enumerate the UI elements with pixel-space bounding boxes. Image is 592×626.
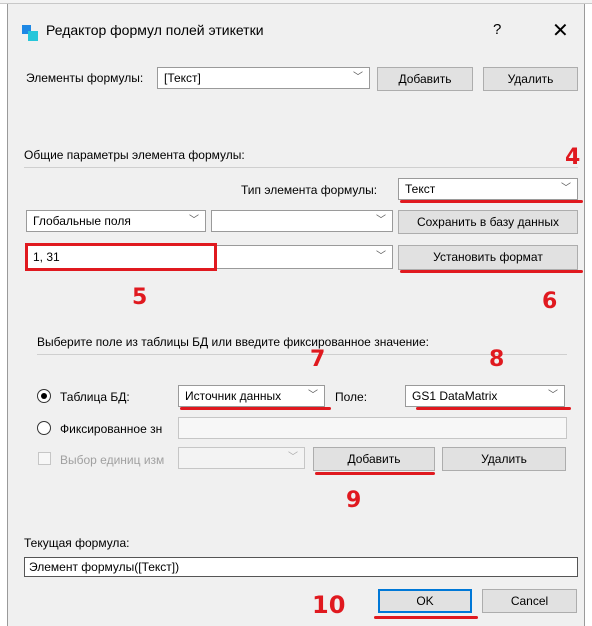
add-element-button[interactable]: Добавить xyxy=(377,67,473,91)
current-formula-label: Текущая формула: xyxy=(24,536,130,550)
annotation-underline-8 xyxy=(416,407,571,410)
close-icon[interactable]: ✕ xyxy=(552,18,569,43)
chevron-down-icon: ﹀ xyxy=(189,215,199,226)
chevron-down-icon: ﹀ xyxy=(288,452,298,463)
annotation-4: 4 xyxy=(565,145,581,170)
global-fields-value: Глобальные поля xyxy=(33,214,131,228)
annotation-underline-10 xyxy=(374,616,478,619)
chevron-down-icon: ﹀ xyxy=(376,215,386,226)
annotation-7: 7 xyxy=(310,347,326,372)
field-label: Поле: xyxy=(335,390,368,404)
add-source-button[interactable]: Добавить xyxy=(313,447,435,471)
datasource-value: Источник данных xyxy=(185,389,282,403)
general-params-header: Общие параметры элемента формулы: xyxy=(24,148,245,162)
formula-elements-value: [Текст] xyxy=(164,71,201,85)
formula-editor-dialog xyxy=(7,4,585,626)
delete-source-button[interactable]: Удалить xyxy=(442,447,566,471)
help-button[interactable]: ? xyxy=(493,21,501,38)
set-format-button[interactable]: Установить формат xyxy=(398,245,578,270)
app-icon xyxy=(22,25,38,41)
annotation-underline-6 xyxy=(400,270,583,273)
formula-elements-label: Элементы формулы: xyxy=(26,71,144,85)
cancel-button[interactable]: Cancel xyxy=(482,589,577,613)
annotation-underline-7 xyxy=(180,407,331,410)
field-value: GS1 DataMatrix xyxy=(412,389,498,403)
annotation-5: 5 xyxy=(132,285,148,310)
element-type-value: Текст xyxy=(405,182,436,196)
field-select-combo[interactable]: ﹀ xyxy=(211,210,393,232)
chevron-down-icon: ﹀ xyxy=(353,72,363,83)
chevron-down-icon: ﹀ xyxy=(561,183,571,194)
annotation-9: 9 xyxy=(346,488,362,513)
annotation-8: 8 xyxy=(489,347,505,372)
delete-element-button[interactable]: Удалить xyxy=(483,67,578,91)
annotation-underline-9 xyxy=(315,472,435,475)
chevron-down-icon: ﹀ xyxy=(548,390,558,401)
datasource-combo[interactable]: Источник данных ﹀ xyxy=(178,385,325,407)
units-label: Выбор единиц изм xyxy=(60,453,165,467)
annotation-10: 10 xyxy=(312,591,346,619)
current-formula-display: Элемент формулы([Текст]) xyxy=(24,557,578,577)
fixed-value-input[interactable] xyxy=(178,417,567,439)
window-title: Редактор формул полей этикетки xyxy=(46,22,264,38)
annotation-box-5 xyxy=(25,243,217,271)
element-type-label: Тип элемента формулы: xyxy=(241,183,378,197)
divider xyxy=(24,167,578,168)
table-db-label: Таблица БД: xyxy=(60,390,130,404)
fixed-value-label: Фиксированное зн xyxy=(60,422,163,436)
units-checkbox[interactable] xyxy=(38,452,51,465)
divider xyxy=(37,354,567,355)
field-combo[interactable]: GS1 DataMatrix ﹀ xyxy=(405,385,565,407)
annotation-6: 6 xyxy=(542,289,558,314)
ok-button[interactable]: OK xyxy=(378,589,472,613)
fixed-value-radio[interactable] xyxy=(37,421,51,435)
annotation-underline-4 xyxy=(400,200,583,203)
formula-elements-combo[interactable]: [Текст] ﹀ xyxy=(157,67,370,89)
source-header: Выберите поле из таблицы БД или введите … xyxy=(37,335,429,349)
table-db-radio[interactable] xyxy=(37,389,51,403)
chevron-down-icon: ﹀ xyxy=(308,390,318,401)
save-to-db-button[interactable]: Сохранить в базу данных xyxy=(398,210,578,234)
global-fields-combo[interactable]: Глобальные поля ﹀ xyxy=(26,210,206,232)
units-combo[interactable]: ﹀ xyxy=(178,447,305,469)
chevron-down-icon: ﹀ xyxy=(376,251,386,262)
element-type-combo[interactable]: Текст ﹀ xyxy=(398,178,578,200)
